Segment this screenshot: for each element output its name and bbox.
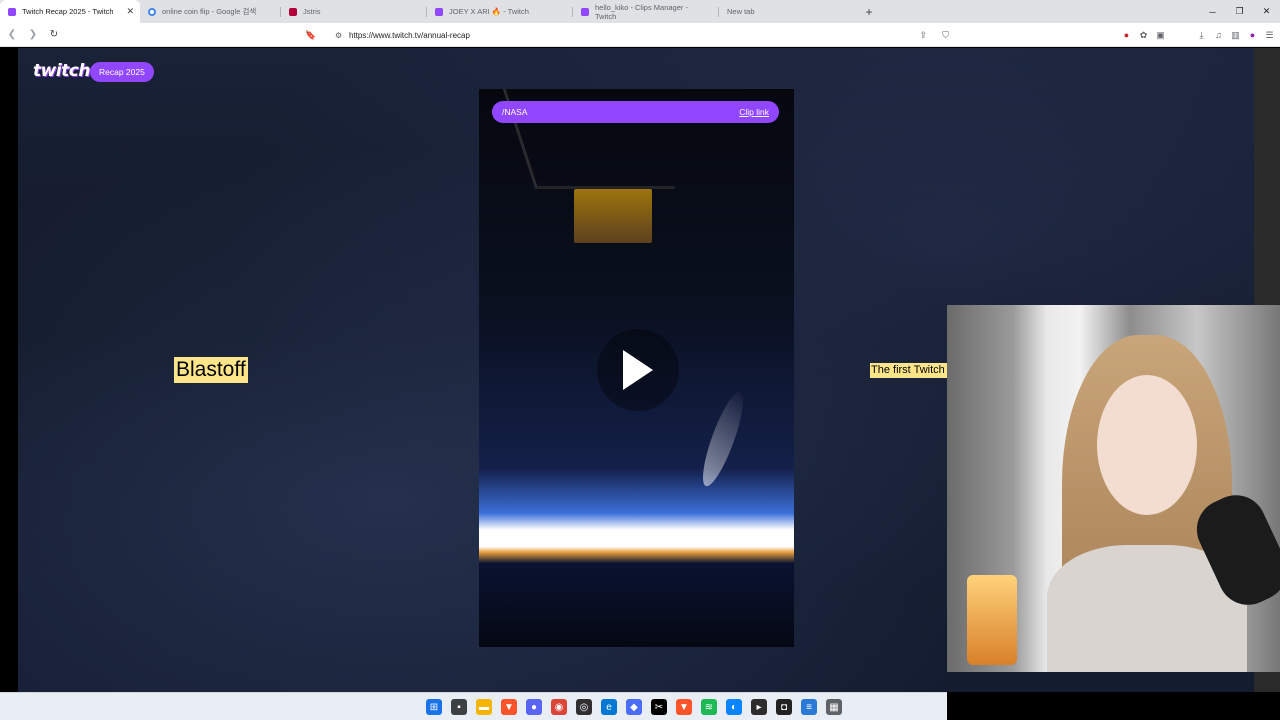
tab-twitch-recap[interactable]: Twitch Recap 2025 - Twitch ✕: [0, 0, 140, 23]
menu-icon[interactable]: ☰: [1263, 29, 1276, 42]
tab-jstris[interactable]: Jstris: [281, 0, 426, 23]
bookmark-icon[interactable]: 🔖: [305, 30, 319, 41]
tab-label: hello_kiko - Clips Manager - Twitch: [595, 2, 688, 21]
extension-icons: ● ✿ ▣ ⤓ ♫ ▥ ● ☰: [1120, 27, 1276, 43]
address-toolbar: ❮ ❯ ↻ 🔖 ⚙ https://www.twitch.tv/annual-r…: [0, 23, 1280, 47]
brave-icon-2[interactable]: ▼: [676, 699, 692, 715]
play-icon: [623, 350, 653, 390]
back-icon[interactable]: ❮: [3, 25, 21, 45]
profile-icon[interactable]: ●: [1246, 29, 1259, 42]
comet-trail: [695, 388, 751, 490]
close-window-icon[interactable]: ✕: [1253, 0, 1280, 23]
capcut-icon[interactable]: ✂: [651, 699, 667, 715]
chrome-icon[interactable]: ◉: [551, 699, 567, 715]
downloads-icon[interactable]: ⤓: [1195, 29, 1208, 42]
minimize-icon[interactable]: ─: [1199, 0, 1226, 23]
webcam-overlay: [947, 305, 1280, 672]
tab-label: Twitch Recap 2025 - Twitch: [22, 7, 114, 16]
twitch-favicon-icon: [435, 7, 443, 16]
notes-icon[interactable]: ≡: [801, 699, 817, 715]
media-icon[interactable]: ♫: [1212, 29, 1225, 42]
share-icon[interactable]: ⇪: [919, 30, 927, 41]
tab-label: New tab: [727, 7, 755, 16]
twitch-favicon-icon: [581, 7, 589, 16]
google-favicon-icon: [148, 7, 156, 16]
figurine-lamp: [967, 575, 1017, 665]
extension-icon[interactable]: ✿: [1137, 29, 1150, 42]
twitch-logo[interactable]: twitch: [33, 61, 90, 81]
twitch-favicon-icon: [8, 7, 16, 16]
taskbar: ⊞ ▪ ▬ ▼ ● ◉ ◎ e ◆ ✂ ▼ ≋ ◐ ▸ ◘ ≡ ▦: [0, 692, 947, 720]
obs-icon[interactable]: ◎: [576, 699, 592, 715]
sidebar-icon[interactable]: ▥: [1229, 29, 1242, 42]
clip-channel-name[interactable]: /NASA: [502, 107, 528, 117]
recap-2025-button[interactable]: Recap 2025: [90, 62, 154, 82]
clip-video-player[interactable]: /NASA Clip link: [479, 89, 794, 647]
app-icon[interactable]: ◆: [626, 699, 642, 715]
brave-shield-icon[interactable]: ⛉: [942, 30, 949, 41]
folder-icon[interactable]: ▬: [476, 699, 492, 715]
url-text[interactable]: https://www.twitch.tv/annual-recap: [349, 31, 470, 40]
adblock-extension-icon[interactable]: ●: [1120, 29, 1133, 42]
caption-right: The first Twitch: [870, 363, 947, 378]
streamer-face: [1097, 375, 1197, 515]
close-tab-icon[interactable]: ✕: [126, 6, 134, 17]
spotify-icon[interactable]: ≋: [701, 699, 717, 715]
edge-icon-2[interactable]: ◐: [726, 699, 742, 715]
taskbar-apps: ⊞ ▪ ▬ ▼ ● ◉ ◎ e ◆ ✂ ▼ ≋ ◐ ▸ ◘ ≡ ▦: [426, 699, 842, 715]
tab-joey-x-ari[interactable]: JOEY X ARI 🔥 - Twitch: [427, 0, 572, 23]
clip-link[interactable]: Clip link: [739, 107, 769, 117]
toolbar-spacer: [1171, 29, 1191, 42]
window-controls: ─ ❐ ✕: [1199, 0, 1280, 23]
calculator-icon[interactable]: ▦: [826, 699, 842, 715]
tab-new-tab[interactable]: New tab: [719, 0, 859, 23]
iss-module: [574, 189, 652, 243]
jstris-favicon-icon: [289, 7, 297, 16]
headline-blastoff: Blastoff: [174, 357, 248, 383]
clip-header-bar: /NASA Clip link: [492, 101, 779, 123]
brave-icon[interactable]: ▼: [501, 699, 517, 715]
tab-label: online coin flip - Google 검색: [162, 7, 257, 16]
app-icon-2[interactable]: ◘: [776, 699, 792, 715]
tab-clips-manager[interactable]: hello_kiko - Clips Manager - Twitch: [573, 0, 718, 23]
tab-label: JOEY X ARI 🔥 - Twitch: [449, 7, 529, 16]
tab-google-search[interactable]: online coin flip - Google 검색: [140, 0, 280, 23]
play-button[interactable]: [597, 329, 679, 411]
extension-icon-2[interactable]: ▣: [1154, 29, 1167, 42]
tab-strip: Twitch Recap 2025 - Twitch ✕ online coin…: [0, 0, 1280, 23]
site-settings-icon[interactable]: ⚙: [335, 31, 349, 40]
restore-icon[interactable]: ❐: [1226, 0, 1253, 23]
file-icon[interactable]: ▪: [451, 699, 467, 715]
forward-icon[interactable]: ❯: [24, 25, 42, 45]
windows-start-icon[interactable]: ⊞: [426, 699, 442, 715]
new-tab-button[interactable]: +: [859, 0, 879, 23]
reload-icon[interactable]: ↻: [45, 25, 63, 45]
terminal-icon[interactable]: ▸: [751, 699, 767, 715]
edge-icon[interactable]: e: [601, 699, 617, 715]
discord-icon[interactable]: ●: [526, 699, 542, 715]
tab-label: Jstris: [303, 7, 321, 16]
omnibox[interactable]: 🔖 ⚙ https://www.twitch.tv/annual-recap ⇪…: [305, 26, 955, 44]
